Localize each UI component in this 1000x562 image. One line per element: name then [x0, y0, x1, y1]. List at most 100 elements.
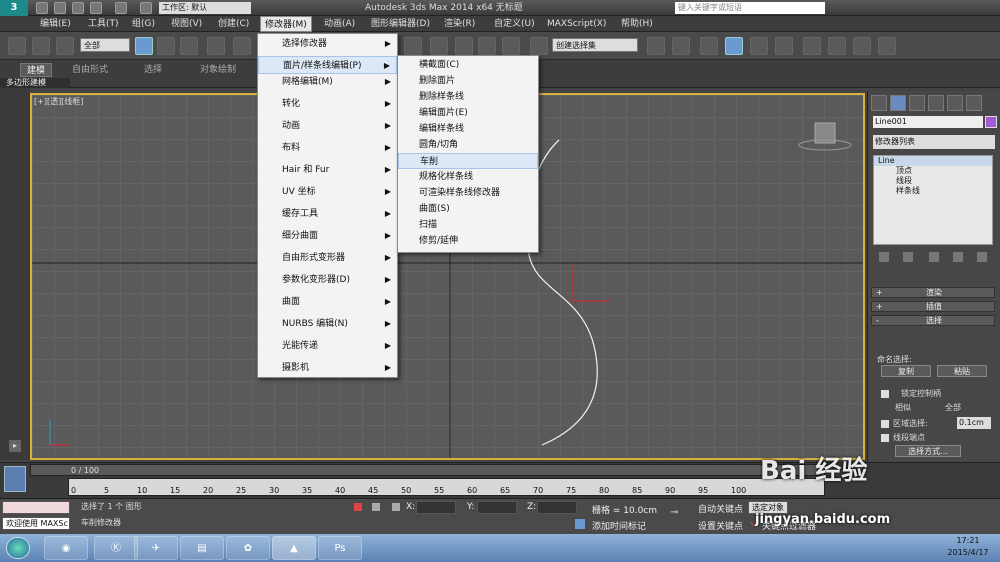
taskbar-chrome-icon[interactable]: ◉ — [44, 536, 88, 560]
set-key-button[interactable]: 设置关键点 — [698, 519, 743, 532]
taskbar-3dsmax-icon[interactable]: ▲ — [272, 536, 316, 560]
rollout-rendering[interactable]: + 渲染 — [871, 287, 995, 298]
rollout-selection[interactable]: - 选择 — [871, 315, 995, 326]
menu-item-subdivision-surfaces[interactable]: 细分曲面 ▶ — [258, 227, 397, 245]
paste-button[interactable]: 粘贴 — [937, 365, 987, 377]
selection-lock-icon[interactable] — [372, 503, 380, 511]
window-crossing-icon[interactable] — [207, 37, 225, 55]
tab-freeform[interactable]: 自由形式 — [66, 63, 114, 77]
taskbar-film-icon[interactable]: ✿ — [226, 536, 270, 560]
mini-curve-editor-icon[interactable] — [4, 466, 26, 492]
menu-item-cloth[interactable]: 布料 ▶ — [258, 139, 397, 157]
time-tag-icon[interactable] — [575, 519, 585, 529]
mirror-icon[interactable] — [647, 37, 665, 55]
add-time-tag-button[interactable]: 添加时间标记 — [592, 519, 646, 532]
selection-filter-dropdown[interactable]: 全部 — [80, 38, 130, 52]
motion-tab-icon[interactable] — [928, 95, 944, 111]
app-logo-icon[interactable]: 3 — [0, 0, 28, 16]
curve-editor-icon[interactable] — [750, 37, 768, 55]
menu-views[interactable]: 视图(V) — [167, 16, 206, 32]
area-select-value[interactable]: 0.1cm — [957, 417, 991, 429]
schematic-view-icon[interactable] — [775, 37, 793, 55]
menu-item-parametric-deformers[interactable]: 参数化变形器(D) ▶ — [258, 271, 397, 289]
menu-edit[interactable]: 编辑(E) — [36, 16, 75, 32]
menu-item-cameras[interactable]: 摄影机 ▶ — [258, 359, 397, 377]
menu-group[interactable]: 组(G) — [128, 16, 159, 32]
angle-snap-icon[interactable] — [455, 37, 473, 55]
create-tab-icon[interactable] — [871, 95, 887, 111]
timeline-ruler[interactable]: 0 5 10 15 20 25 30 35 40 45 50 55 60 65 … — [68, 478, 825, 496]
named-selection-dropdown[interactable]: 创建选择集 — [552, 38, 638, 52]
modify-tab-icon[interactable] — [890, 95, 906, 111]
modifier-stack[interactable]: Line 顶点 线段 样条线 — [873, 155, 993, 245]
stack-item-segment[interactable]: 线段 — [874, 176, 992, 186]
stack-item-vertex[interactable]: 顶点 — [874, 166, 992, 176]
new-file-icon[interactable] — [36, 2, 48, 14]
tab-modeling[interactable]: 建模 — [20, 63, 53, 77]
isolate-selection-icon[interactable] — [354, 503, 362, 511]
menu-item-mesh-editing[interactable]: 网格编辑(M) ▶ — [258, 73, 397, 91]
snaps-icon[interactable] — [430, 37, 448, 55]
object-name-field[interactable]: Line001 — [873, 116, 983, 128]
percent-snap-icon[interactable] — [478, 37, 496, 55]
submenu-item-trim-extend[interactable]: 修剪/延伸 — [398, 233, 538, 249]
rect-selection-icon[interactable] — [180, 37, 198, 55]
all-radio[interactable]: 全部 — [945, 402, 961, 413]
link-icon[interactable] — [8, 37, 26, 55]
object-color-swatch[interactable] — [985, 116, 997, 128]
submenu-item-delete-spline[interactable]: 删除样条线 — [398, 89, 538, 105]
save-file-icon[interactable] — [72, 2, 84, 14]
submenu-item-edit-patch[interactable]: 编辑面片(E) — [398, 105, 538, 121]
area-select-checkbox[interactable] — [881, 420, 889, 428]
lock-handles-checkbox[interactable] — [881, 390, 889, 398]
menu-item-animation[interactable]: 动画 ▶ — [258, 117, 397, 135]
hierarchy-tab-icon[interactable] — [909, 95, 925, 111]
taskbar-photoshop-icon[interactable]: Ps — [318, 536, 362, 560]
similar-radio[interactable]: 相似 — [895, 402, 911, 413]
menu-item-cache-tools[interactable]: 缓存工具 ▶ — [258, 205, 397, 223]
spinner-snap-icon[interactable] — [502, 37, 520, 55]
viewport-label[interactable]: [+][透][线框] — [34, 96, 83, 107]
menu-item-conversion[interactable]: 转化 ▶ — [258, 95, 397, 113]
modifier-list-dropdown[interactable]: 修改器列表 — [873, 135, 995, 149]
menu-maxscript[interactable]: MAXScript(X) — [543, 16, 610, 32]
configure-sets-icon[interactable] — [977, 252, 987, 262]
remove-modifier-icon[interactable] — [953, 252, 963, 262]
select-by-name-icon[interactable] — [157, 37, 175, 55]
redo-icon[interactable] — [115, 2, 127, 14]
maxscript-listener[interactable]: 欢迎使用 MAXSc — [2, 517, 70, 530]
menu-item-nurbs-editing[interactable]: NURBS 编辑(N) ▶ — [258, 315, 397, 333]
make-unique-icon[interactable] — [929, 252, 939, 262]
render-teapot-icon[interactable] — [878, 37, 896, 55]
x-coord-field[interactable] — [416, 501, 456, 514]
pin-stack-icon[interactable] — [879, 252, 889, 262]
menu-graph-editors[interactable]: 图形编辑器(D) — [367, 16, 434, 32]
menu-item-radiosity[interactable]: 光能传递 ▶ — [258, 337, 397, 355]
submenu-item-cross-section[interactable]: 横截面(C) — [398, 57, 538, 73]
taskbar-folder-icon[interactable]: ▤ — [180, 536, 224, 560]
align-icon[interactable] — [672, 37, 690, 55]
search-input[interactable]: 键入关键字或短语 — [675, 2, 825, 14]
layer-manager-icon[interactable] — [700, 37, 718, 55]
project-folder-icon[interactable] — [140, 2, 152, 14]
menu-create[interactable]: 创建(C) — [214, 16, 253, 32]
menu-item-patch-spline-editing[interactable]: 面片/样条线编辑(P) ▶ — [258, 56, 397, 74]
submenu-item-delete-patch[interactable]: 删除面片 — [398, 73, 538, 89]
auto-key-button[interactable]: 自动关键点 — [698, 502, 743, 515]
start-button-icon[interactable] — [6, 537, 30, 559]
expand-arrow-icon[interactable]: ▸ — [9, 440, 21, 452]
maxscript-listener-pink[interactable] — [2, 501, 70, 514]
time-slider[interactable]: 0 / 100 — [30, 464, 825, 476]
bind-space-warp-icon[interactable] — [56, 37, 74, 55]
unlink-icon[interactable] — [32, 37, 50, 55]
submenu-item-edit-spline[interactable]: 编辑样条线 — [398, 121, 538, 137]
material-editor-icon[interactable] — [803, 37, 821, 55]
select-object-icon[interactable] — [135, 37, 153, 55]
stack-item-spline[interactable]: 样条线 — [874, 186, 992, 196]
copy-button[interactable]: 复制 — [881, 365, 931, 377]
menu-rendering[interactable]: 渲染(R) — [440, 16, 479, 32]
ribbon-sub-label[interactable]: 多边形建模 — [0, 78, 70, 88]
show-end-result-icon[interactable] — [903, 252, 913, 262]
taskbar-k-icon[interactable]: Ⓚ — [94, 536, 138, 560]
manipulate-icon[interactable] — [404, 37, 422, 55]
